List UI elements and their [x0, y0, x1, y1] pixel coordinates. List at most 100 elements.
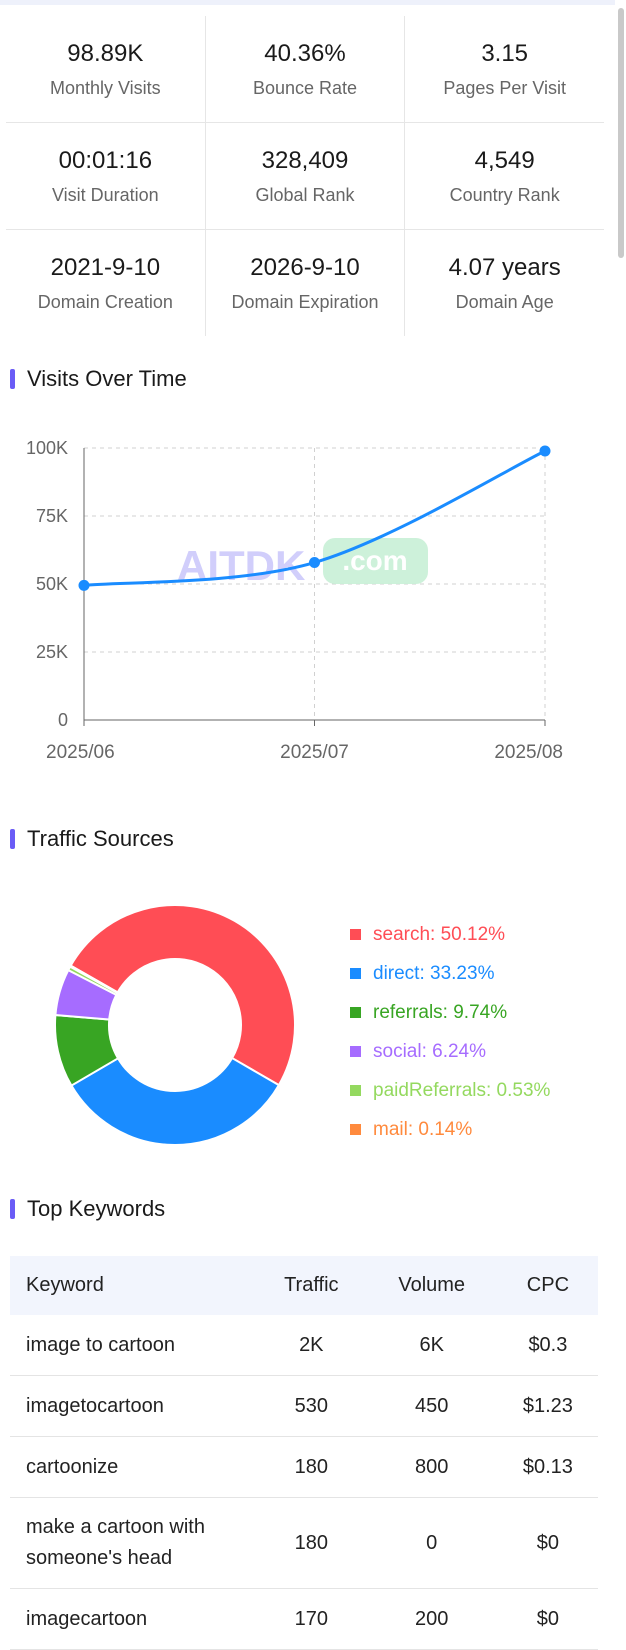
keyword-cell: make a cartoon with someone's head — [10, 1497, 257, 1589]
cpc-cell: $0.13 — [497, 1436, 598, 1498]
stat-label: Visit Duration — [51, 184, 159, 205]
data-point — [309, 557, 320, 569]
stats-row: 2021-9-10 Domain Creation 2026-9-10 Domain… — [6, 230, 604, 336]
stat-domain-age: 4.07 years Domain Age — [405, 230, 604, 336]
keyword-cell: imagetocartoon — [10, 1375, 257, 1437]
stats-row: 98.89K Monthly Visits 40.36% Bounce Rate 3… — [6, 16, 604, 123]
legend-item-direct[interactable]: direct: 33.23% — [350, 954, 550, 993]
stat-value: 98.89K — [67, 39, 144, 67]
legend-swatch — [350, 1046, 361, 1057]
stat-country-rank: 4,549 Country Rank — [405, 123, 604, 229]
stat-value: 3.15 — [481, 39, 529, 67]
title-accent-bar — [10, 1199, 15, 1219]
title-accent-bar — [10, 369, 15, 389]
stat-value: 2026-9-10 — [250, 253, 360, 281]
page-scrollbar[interactable] — [616, 0, 626, 1647]
table-row[interactable]: imagecartoon 170 200 $0 — [10, 1588, 598, 1650]
col-volume: Volume — [365, 1256, 498, 1315]
legend-label: paidReferrals: 0.53% — [373, 1079, 551, 1101]
stat-label: Bounce Rate — [252, 77, 358, 98]
table-row[interactable]: cartoonize 180 800 $0.13 — [10, 1436, 598, 1498]
table-header-row: Keyword Traffic Volume CPC — [10, 1256, 598, 1315]
stat-value: 328,409 — [261, 146, 349, 174]
y-tick-label: 100K — [26, 438, 68, 458]
stat-value: 40.36% — [264, 39, 346, 67]
top-bar — [0, 0, 615, 5]
stat-value: 4.07 years — [448, 253, 561, 281]
scrollbar-thumb[interactable] — [618, 8, 624, 258]
visits-line-chart: AITDK .com 0 25K 50K 75K 100K 2025/06 2025/07 20… — [26, 438, 563, 763]
stat-label: Domain Age — [455, 291, 554, 312]
y-tick-label: 25K — [36, 642, 68, 662]
visits-title-text: Visits Over Time — [27, 366, 187, 391]
keyword-cell: cartoonize — [10, 1436, 257, 1498]
table-row[interactable]: make a cartoon with someone's head 180 0 $0 — [10, 1497, 598, 1589]
y-tick-label: 0 — [58, 710, 68, 730]
traffic-cell: 180 — [257, 1497, 366, 1589]
col-traffic: Traffic — [257, 1256, 366, 1315]
watermark: AITDK .com — [177, 538, 428, 589]
keywords-table: Keyword Traffic Volume CPC image to cart… — [10, 1256, 598, 1650]
x-tick-label: 2025/06 — [46, 742, 115, 763]
x-tick-label: 2025/07 — [280, 742, 349, 763]
volume-cell: 450 — [365, 1375, 498, 1437]
legend-label: referrals: 9.74% — [373, 1001, 508, 1023]
data-point — [539, 445, 551, 457]
stats-grid: 98.89K Monthly Visits 40.36% Bounce Rate 3… — [6, 16, 604, 336]
cpc-cell: $0.3 — [497, 1315, 598, 1376]
legend-item-search[interactable]: search: 50.12% — [350, 915, 550, 954]
traffic-cell: 530 — [257, 1375, 366, 1437]
y-tick-label: 50K — [36, 574, 68, 594]
volume-cell: 800 — [365, 1436, 498, 1498]
stat-label: Monthly Visits — [49, 77, 161, 98]
watermark-text: AITDK — [177, 542, 305, 589]
legend-swatch — [350, 929, 361, 940]
col-keyword: Keyword — [10, 1256, 257, 1315]
legend-label: social: 6.24% — [373, 1040, 487, 1062]
legend-swatch — [350, 1007, 361, 1018]
stat-monthly-visits: 98.89K Monthly Visits — [6, 16, 206, 122]
legend-label: direct: 33.23% — [373, 962, 495, 984]
stat-label: Domain Expiration — [231, 291, 379, 312]
donut-slice-direct — [70, 1056, 281, 1146]
cpc-cell: $1.23 — [497, 1375, 598, 1437]
traffic-legend: search: 50.12% direct: 33.23% referrals: 9… — [350, 915, 550, 1149]
stat-value: 4,549 — [474, 146, 535, 174]
data-point — [78, 579, 90, 591]
traffic-cell: 2K — [257, 1315, 366, 1376]
stat-label: Global Rank — [255, 184, 355, 205]
legend-item-social[interactable]: social: 6.24% — [350, 1032, 550, 1071]
stat-pages-per-visit: 3.15 Pages Per Visit — [405, 16, 604, 122]
stat-label: Country Rank — [449, 184, 560, 205]
table-row[interactable]: imagetocartoon 530 450 $1.23 — [10, 1375, 598, 1437]
legend-item-referrals[interactable]: referrals: 9.74% — [350, 993, 550, 1032]
keyword-cell: image to cartoon — [10, 1315, 257, 1376]
stat-label: Pages Per Visit — [443, 77, 567, 98]
volume-cell: 0 — [365, 1497, 498, 1589]
traffic-section-title: Traffic Sources — [10, 826, 174, 852]
legend-label: search: 50.12% — [373, 923, 506, 945]
keyword-cell: imagecartoon — [10, 1588, 257, 1650]
stat-value: 00:01:16 — [58, 146, 153, 174]
chart-tick-labels: 0 25K 50K 75K 100K 2025/06 2025/07 2025/08 — [26, 438, 563, 763]
traffic-donut-chart — [54, 903, 297, 1146]
table-row[interactable]: image to cartoon 2K 6K $0.3 — [10, 1315, 598, 1376]
legend-swatch — [350, 1085, 361, 1096]
title-accent-bar — [10, 829, 15, 849]
col-cpc: CPC — [497, 1256, 598, 1315]
keywords-title-text: Top Keywords — [27, 1196, 166, 1221]
stats-row: 00:01:16 Visit Duration 328,409 Global Ran… — [6, 123, 604, 230]
stat-visit-duration: 00:01:16 Visit Duration — [6, 123, 206, 229]
stat-value: 2021-9-10 — [50, 253, 161, 281]
traffic-cell: 170 — [257, 1588, 366, 1650]
keywords-section-title: Top Keywords — [10, 1196, 165, 1222]
cpc-cell: $0 — [497, 1497, 598, 1589]
y-tick-label: 75K — [36, 506, 68, 526]
stat-domain-creation: 2021-9-10 Domain Creation — [6, 230, 206, 336]
legend-item-mail[interactable]: mail: 0.14% — [350, 1110, 550, 1149]
stat-label: Domain Creation — [37, 291, 173, 312]
visits-section-title: Visits Over Time — [10, 366, 187, 392]
cpc-cell: $0 — [497, 1588, 598, 1650]
stat-bounce-rate: 40.36% Bounce Rate — [206, 16, 406, 122]
legend-item-paidReferrals[interactable]: paidReferrals: 0.53% — [350, 1071, 550, 1110]
